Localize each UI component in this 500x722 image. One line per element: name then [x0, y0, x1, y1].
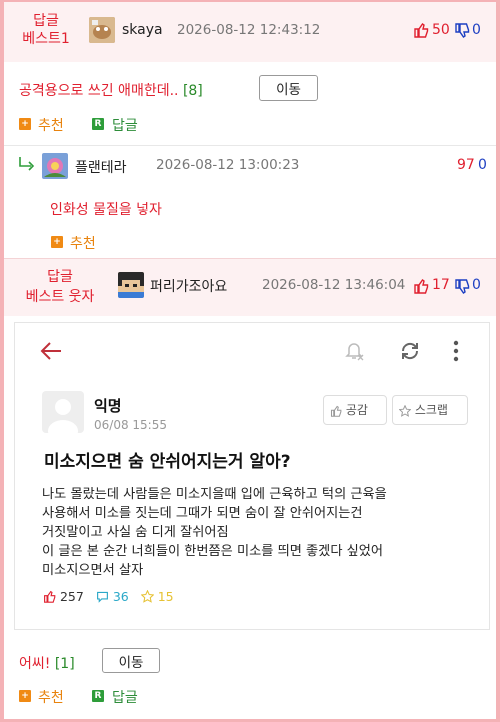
bell-off-icon — [343, 339, 365, 361]
recommend-icon: + — [19, 118, 31, 130]
reply-icon: R — [92, 118, 104, 130]
body-line: 거짓말이고 사실 숨 디게 잘쉬어짐 — [42, 525, 229, 540]
post1-nickname[interactable]: skaya — [122, 22, 163, 38]
post2-text: 어씨! [1] — [19, 653, 75, 673]
post1-reply-count: [8] — [182, 83, 203, 99]
pixel-face-avatar-icon — [118, 272, 144, 298]
post1-upvotes: 50 — [432, 22, 450, 38]
post1-best-badge: 답글 베스트1 — [16, 12, 76, 48]
embed-title: 미소지으면 숨 안쉬어지는거 알아? — [44, 452, 291, 472]
thumbs-up-icon — [330, 405, 342, 417]
user-silhouette-icon — [48, 399, 78, 433]
post2-datetime: 2026-08-12 13:46:04 — [262, 277, 406, 293]
recommend-icon: + — [19, 690, 31, 702]
post1-content: 공격용으로 쓰긴 애매한데.. — [19, 83, 179, 99]
best-label-line1: 답글 — [47, 269, 73, 285]
post2-upvotes: 17 — [432, 277, 450, 293]
reply1-datetime: 2026-08-12 13:00:23 — [156, 157, 300, 173]
embedded-screenshot[interactable]: 익명 06/08 15:55 공감 스크랩 미소지으면 숨 안쉬어지는거 알아?… — [14, 322, 490, 630]
thumbs-up-icon — [44, 590, 56, 603]
recommend-button[interactable]: 추천 — [38, 115, 64, 135]
post2-content: 어씨! — [19, 656, 51, 672]
thumbs-up-icon[interactable] — [413, 278, 429, 294]
scrap-label: 스크랩 — [414, 403, 448, 417]
avatar[interactable] — [118, 272, 144, 298]
best-label-line1: 답글 — [33, 13, 59, 29]
avatar[interactable] — [89, 17, 115, 43]
embed-stats: 257 36 15 — [43, 589, 174, 604]
reply1-nickname[interactable]: 플랜테라 — [75, 157, 127, 177]
body-line: 사용해서 미소를 짓는데 그때가 되면 숨이 잘 안쉬어지는건 — [42, 506, 363, 521]
thumbs-up-icon[interactable] — [413, 22, 429, 38]
recommend-icon: + — [51, 236, 63, 248]
body-line: 미소지으면서 살자 — [42, 563, 144, 578]
reply-icon: R — [92, 690, 104, 702]
like-button: 공감 — [323, 395, 387, 425]
post2-downvotes: 0 — [472, 277, 481, 293]
thumbs-down-icon[interactable] — [454, 23, 470, 39]
scraps-count: 15 — [157, 589, 174, 604]
post2-nickname[interactable]: 퍼리가조아요 — [150, 276, 227, 296]
refresh-icon — [399, 340, 421, 362]
reply-button[interactable]: 답글 — [112, 687, 138, 707]
recommend-button[interactable]: 추천 — [38, 687, 64, 707]
reply1-downvotes: 0 — [478, 157, 487, 173]
more-vertical-icon — [453, 340, 459, 362]
body-line: 이 글은 본 순간 너희들이 한번쯤은 미소를 띄면 좋겠다 싶었어 — [42, 544, 384, 559]
reply1-text: 인화성 물질을 넣자 — [50, 202, 162, 218]
thumbs-down-icon[interactable] — [454, 279, 470, 295]
divider — [0, 145, 500, 146]
reply1-upvotes: 97 — [457, 157, 475, 173]
post2-best-badge: 답글 베스트 웃자 — [12, 268, 108, 306]
embed-body: 나도 몰랐는데 사람들은 미소지을때 입에 근육하고 턱의 근육을 사용해서 미… — [42, 485, 462, 580]
recommend-button[interactable]: 추천 — [70, 233, 96, 253]
post-date: 06/08 15:55 — [94, 418, 167, 432]
post2-reply-count: [1] — [54, 656, 75, 672]
body-line: 나도 몰랐는데 사람들은 미소지을때 입에 근육하고 턱의 근육을 — [42, 487, 387, 502]
scrap-button: 스크랩 — [392, 395, 468, 425]
author-avatar — [42, 391, 84, 433]
reply-arrow-icon — [18, 156, 36, 172]
likes-count: 257 — [59, 589, 84, 604]
best-label-line2: 베스트1 — [22, 31, 70, 47]
post1-datetime: 2026-08-12 12:43:12 — [177, 22, 321, 38]
post1-downvotes: 0 — [472, 22, 481, 38]
author-name: 익명 — [94, 397, 122, 415]
cat-avatar-icon — [89, 17, 115, 43]
star-icon — [140, 590, 154, 603]
best-label-line2: 베스트 웃자 — [25, 289, 95, 305]
post1-text: 공격용으로 쓰긴 애매한데.. [8] — [19, 80, 203, 100]
back-arrow-icon — [40, 341, 62, 361]
reply-button[interactable]: 답글 — [112, 115, 138, 135]
star-icon — [399, 404, 411, 417]
like-label: 공감 — [345, 403, 368, 417]
comment-icon — [96, 591, 108, 603]
flower-avatar-icon — [42, 153, 68, 179]
avatar[interactable] — [42, 153, 68, 179]
move-button[interactable]: 이동 — [102, 648, 160, 673]
move-button[interactable]: 이동 — [259, 75, 318, 101]
comments-count: 36 — [112, 589, 129, 604]
